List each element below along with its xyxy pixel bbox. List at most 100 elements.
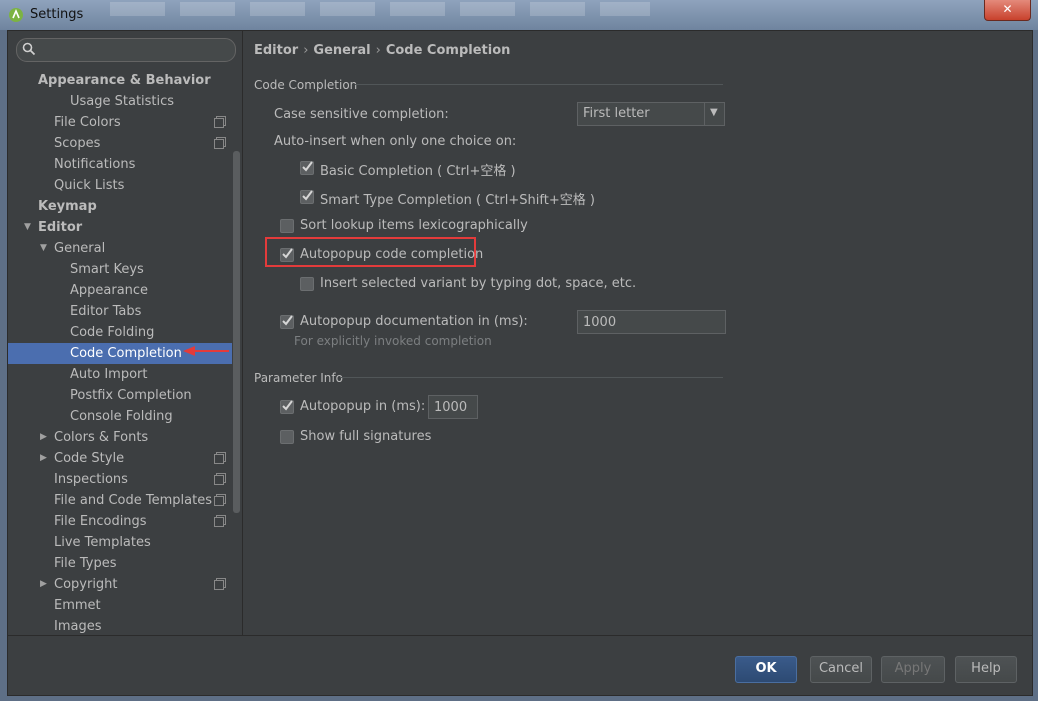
sidebar-item-general[interactable]: ▼ General	[8, 238, 232, 259]
sidebar-item-scopes[interactable]: Scopes	[8, 133, 232, 154]
sidebar-item-label: Code Style	[54, 451, 125, 466]
sort-lookup-checkbox[interactable]	[280, 219, 294, 233]
sidebar-item-label: Usage Statistics	[70, 94, 175, 109]
sidebar-item-colors-fonts[interactable]: ▶ Colors & Fonts	[8, 427, 232, 448]
background-taskbar	[110, 2, 650, 16]
close-button[interactable]: ✕	[984, 0, 1031, 21]
case-sensitive-dropdown[interactable]: First letter ▼	[577, 102, 725, 126]
checkmark-icon	[282, 400, 293, 411]
ok-button[interactable]: OK	[735, 656, 797, 683]
show-full-signatures-checkbox[interactable]	[280, 430, 294, 444]
autopopup-documentation-checkbox[interactable]	[280, 315, 294, 329]
sidebar-item-label: General	[54, 241, 106, 256]
sidebar-item-file-and-code-templates[interactable]: File and Code Templates	[8, 490, 232, 511]
checkmark-icon	[302, 190, 313, 201]
project-settings-icon	[214, 118, 224, 128]
sidebar-item-live-templates[interactable]: Live Templates	[8, 532, 232, 553]
parameter-info-delay-input[interactable]	[429, 396, 477, 418]
auto-insert-label: Auto-insert when only one choice on:	[274, 134, 517, 149]
search-input[interactable]	[39, 41, 233, 59]
insert-selected-variant-checkbox[interactable]	[300, 277, 314, 291]
case-sensitive-value: First letter	[583, 106, 650, 121]
sidebar-item-code-folding[interactable]: Code Folding	[8, 322, 232, 343]
sidebar-item-auto-import[interactable]: Auto Import	[8, 364, 232, 385]
case-sensitive-label: Case sensitive completion:	[274, 107, 449, 122]
sidebar-item-emmet[interactable]: Emmet	[8, 595, 232, 616]
breadcrumb-separator: ›	[375, 43, 381, 58]
autopopup-documentation-delay-input[interactable]	[578, 311, 725, 333]
sidebar-item-label: Code Completion	[70, 346, 182, 361]
sidebar-item-code-style[interactable]: ▶ Code Style	[8, 448, 232, 469]
sidebar-item-label: Keymap	[38, 199, 97, 214]
autopopup-documentation-label[interactable]: Autopopup documentation in (ms):	[300, 314, 528, 329]
checkmark-icon	[282, 315, 293, 326]
section-divider	[355, 84, 723, 85]
sidebar-item-console-folding[interactable]: Console Folding	[8, 406, 232, 427]
sidebar-item-copyright[interactable]: ▶ Copyright	[8, 574, 232, 595]
sidebar-item-file-colors[interactable]: File Colors	[8, 112, 232, 133]
sidebar-item-label: Appearance	[70, 283, 149, 298]
basic-completion-checkbox[interactable]	[300, 161, 314, 175]
sidebar-item-images[interactable]: Images	[8, 616, 232, 637]
sidebar-item-label: Live Templates	[54, 535, 151, 550]
smart-type-completion-label[interactable]: Smart Type Completion ( Ctrl+Shift+空格 )	[320, 189, 595, 208]
apply-button[interactable]: Apply	[881, 656, 945, 683]
project-settings-icon	[214, 454, 224, 464]
sidebar-item-inspections[interactable]: Inspections	[8, 469, 232, 490]
red-arrow-annotation	[183, 346, 229, 356]
sidebar-item-smart-keys[interactable]: Smart Keys	[8, 259, 232, 280]
sidebar-item-label: Smart Keys	[70, 262, 144, 277]
autopopup-documentation-hint: For explicitly invoked completion	[294, 334, 492, 348]
sidebar-item-label: Colors & Fonts	[54, 430, 149, 445]
sidebar-item-editor[interactable]: ▼ Editor	[8, 217, 232, 238]
project-settings-icon	[214, 139, 224, 149]
expand-arrow-right-icon[interactable]: ▶	[40, 448, 47, 469]
checkmark-icon	[282, 248, 293, 259]
expand-arrow-down-icon[interactable]: ▼	[40, 238, 47, 259]
sidebar-item-label: Console Folding	[70, 409, 173, 424]
sidebar-scrollbar[interactable]	[233, 151, 240, 513]
sidebar-item-quick-lists[interactable]: Quick Lists	[8, 175, 232, 196]
sidebar-item-appearance[interactable]: Appearance	[8, 280, 232, 301]
basic-completion-label[interactable]: Basic Completion ( Ctrl+空格 )	[320, 160, 516, 179]
project-settings-icon	[214, 496, 224, 506]
section-divider	[340, 377, 723, 378]
sidebar-item-postfix-completion[interactable]: Postfix Completion	[8, 385, 232, 406]
expand-arrow-right-icon[interactable]: ▶	[40, 427, 47, 448]
sidebar-item-label: Postfix Completion	[70, 388, 192, 403]
project-settings-icon	[214, 517, 224, 527]
insert-selected-variant-label[interactable]: Insert selected variant by typing dot, s…	[320, 276, 636, 291]
section-title-parameter-info: Parameter Info	[254, 371, 343, 385]
close-icon[interactable]: ✕	[1002, 2, 1012, 16]
sidebar-item-keymap[interactable]: Keymap	[8, 196, 232, 217]
sidebar-item-label: Editor	[38, 220, 83, 235]
sidebar-item-file-types[interactable]: File Types	[8, 553, 232, 574]
parameter-info-delay-field[interactable]	[428, 395, 478, 419]
cancel-button[interactable]: Cancel	[810, 656, 872, 683]
expand-arrow-down-icon[interactable]: ▼	[24, 217, 31, 238]
help-button[interactable]: Help	[955, 656, 1017, 683]
settings-content: Editor › General › Code Completion Code Comp…	[243, 31, 1032, 635]
sort-lookup-label[interactable]: Sort lookup items lexicographically	[300, 218, 528, 233]
autopopup-documentation-delay-field[interactable]	[577, 310, 726, 334]
sidebar-item-label: Emmet	[54, 598, 101, 613]
breadcrumb: Editor › General › Code Completion	[254, 43, 510, 58]
smart-type-completion-checkbox[interactable]	[300, 190, 314, 204]
dialog-button-bar: OK Cancel Apply Help	[8, 635, 1032, 696]
sidebar-item-notifications[interactable]: Notifications	[8, 154, 232, 175]
show-full-signatures-label[interactable]: Show full signatures	[300, 429, 431, 444]
dropdown-arrow-button[interactable]: ▼	[704, 103, 724, 125]
search-field[interactable]	[16, 38, 236, 62]
sidebar-item-label: Scopes	[54, 136, 101, 151]
sidebar-item-label: File Colors	[54, 115, 121, 130]
expand-arrow-right-icon[interactable]: ▶	[40, 574, 47, 595]
parameter-info-autopopup-checkbox[interactable]	[280, 400, 294, 414]
autopopup-code-completion-checkbox[interactable]	[280, 248, 294, 262]
sidebar-item-editor-tabs[interactable]: Editor Tabs	[8, 301, 232, 322]
sidebar-item-usage-statistics[interactable]: Usage Statistics	[8, 91, 232, 112]
sidebar-item-label: File Types	[54, 556, 117, 571]
sidebar-item-appearance-behavior[interactable]: Appearance & Behavior	[8, 70, 232, 91]
sidebar-item-file-encodings[interactable]: File Encodings	[8, 511, 232, 532]
autopopup-code-completion-label[interactable]: Autopopup code completion	[300, 247, 483, 262]
parameter-info-autopopup-label[interactable]: Autopopup in (ms):	[300, 399, 425, 414]
